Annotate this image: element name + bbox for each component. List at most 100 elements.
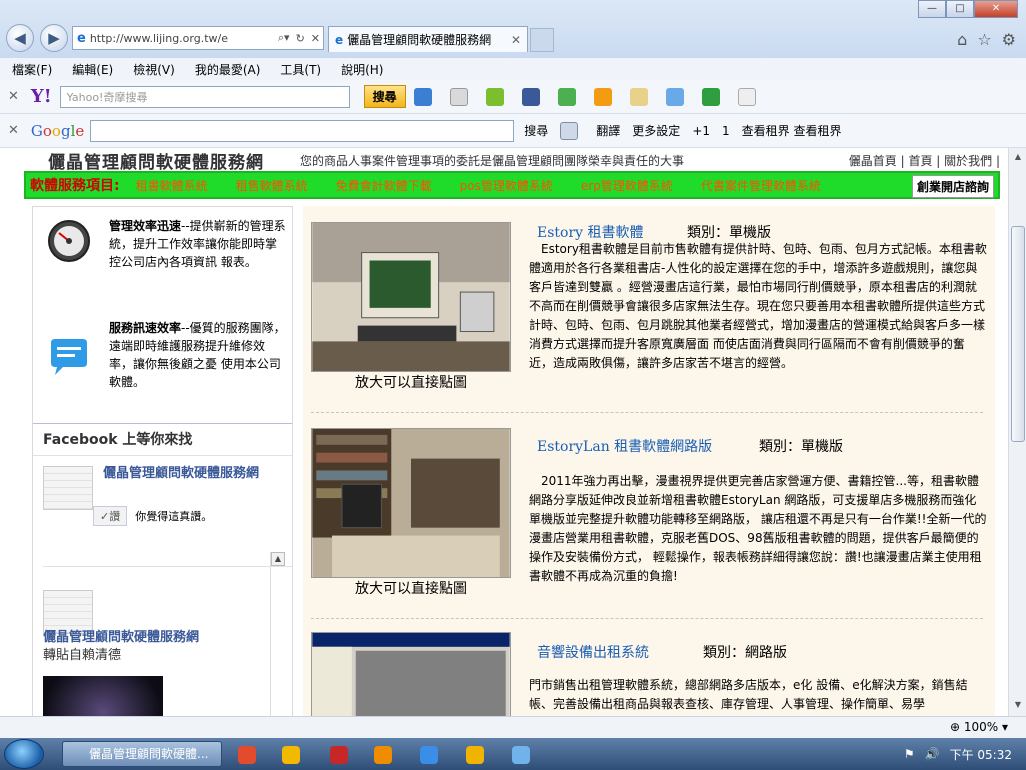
menu-tools[interactable]: 工具(T) <box>280 61 321 78</box>
scroll-down-icon[interactable]: ▼ <box>1011 698 1025 712</box>
product-name[interactable]: Estory 租書軟體 <box>537 222 644 242</box>
window-icon[interactable] <box>560 121 579 140</box>
nav-scrivener[interactable]: 代書案件管理軟體系統 <box>701 177 821 194</box>
network-icon[interactable]: ⚑ <box>904 747 915 761</box>
chat-bubble-icon <box>51 339 87 375</box>
chat-icon[interactable] <box>466 746 484 764</box>
gear-icon[interactable]: ⚙ <box>1002 30 1016 49</box>
menu-favorites[interactable]: 我的最愛(A) <box>195 61 261 78</box>
menu-bar: 檔案(F) 編輯(E) 檢視(V) 我的最愛(A) 工具(T) 說明(H) <box>0 58 1026 80</box>
google-logo[interactable]: Google <box>31 122 84 140</box>
messenger-icon[interactable] <box>420 746 438 764</box>
extra-toolbar-button[interactable]: 查看租界 查看租界 <box>742 122 842 139</box>
site-header: 儷晶管理顧問軟硬體服務網 您的商品人事案件管理事項的委託是儷晶管理顧問團隊榮幸與… <box>0 148 1008 173</box>
nav-rental-sale[interactable]: 租售軟體系統 <box>236 177 308 194</box>
product-image[interactable] <box>311 222 511 372</box>
volume-icon[interactable]: 🔊 <box>925 747 940 761</box>
product-category: 類別：單機版 <box>759 439 843 455</box>
browser-tools: ⌂ ☆ ⚙ <box>957 30 1016 49</box>
bag-icon[interactable] <box>629 87 648 106</box>
filezilla-icon[interactable] <box>330 746 348 764</box>
product-image[interactable] <box>311 428 511 578</box>
product-image[interactable] <box>311 632 511 716</box>
nav-rental-book[interactable]: 租書軟體系統 <box>136 177 208 194</box>
plus-one-button[interactable]: +1 <box>692 124 710 138</box>
facebook-icon[interactable] <box>521 87 540 106</box>
feature-service: 服務訊速效率--優質的服務團隊，遠端即時維護服務提升維修效率，讓你無後顧之憂 使… <box>33 319 292 419</box>
close-toolbar-icon[interactable]: ✕ <box>8 123 19 138</box>
facebook-post-text: 轉貼自賴清德 <box>43 648 122 663</box>
media-player-icon[interactable] <box>282 746 300 764</box>
dropdown-icon[interactable] <box>737 87 756 106</box>
minimize-button[interactable]: — <box>918 0 946 18</box>
yahoo-logo[interactable]: Y! <box>31 86 52 107</box>
facebook-page-name[interactable]: 儷晶管理顧問軟硬體服務網 <box>103 466 283 482</box>
mail-icon[interactable] <box>413 87 432 106</box>
google-search-input[interactable] <box>90 119 515 142</box>
back-button[interactable]: ◀ <box>6 24 34 52</box>
scroll-up-icon[interactable]: ▲ <box>271 552 285 566</box>
calendar-icon[interactable] <box>449 87 468 106</box>
tab-active[interactable]: e 儷晶管理顧問軟硬體服務網 ✕ <box>328 26 528 52</box>
maximize-button[interactable]: □ <box>946 0 974 18</box>
like-button[interactable]: ✓讚 <box>93 506 128 526</box>
google-search-button[interactable]: 搜尋 <box>524 122 548 139</box>
page-scrollbar[interactable]: ▲ ▼ <box>1008 148 1026 716</box>
site-top-links[interactable]: 儷晶首頁 | 首頁 | 關於我們 | <box>849 152 1000 169</box>
divider <box>43 566 293 567</box>
stop-icon[interactable]: ✕ <box>311 32 320 45</box>
scroll-thumb[interactable] <box>1011 226 1025 442</box>
new-tab-button[interactable] <box>530 28 554 52</box>
nav-title: 軟體服務項目: <box>30 178 120 194</box>
menu-view[interactable]: 檢視(V) <box>133 61 175 78</box>
taskbar: 儷晶管理顧問軟硬體... ⚑ 🔊 下午 05:32 <box>0 738 1026 770</box>
nav-consult-button[interactable]: 創業開店諮詢 <box>911 175 994 198</box>
page-thumbnail[interactable] <box>43 466 93 510</box>
start-button[interactable] <box>4 739 44 769</box>
search-icon[interactable]: ⌕▾ <box>278 31 290 45</box>
nav-pos[interactable]: pos管理軟體系統 <box>460 177 553 194</box>
more-settings-button[interactable]: 更多設定 <box>632 122 680 139</box>
scroll-up-icon[interactable]: ▲ <box>1011 150 1025 164</box>
product-list: 放大可以直接點圖 Estory 租書軟體 類別：單機版 Estory租書軟體是目… <box>303 206 995 716</box>
menu-help[interactable]: 說明(H) <box>341 61 383 78</box>
zoom-level[interactable]: ⊕ 100% ▾ <box>950 720 1008 734</box>
address-url[interactable]: http://www.lijing.org.tw/e <box>90 32 275 45</box>
facebook-video[interactable]: ▶ <box>43 676 163 716</box>
balloon-icon[interactable] <box>665 87 684 106</box>
feature-text: 管理效率迅速--提供嶄新的管理系統，提升工作效率讓你能即時掌控公司店內各項資訊 … <box>109 217 286 271</box>
yahoo-search-input[interactable]: Yahoo!奇摩搜尋 <box>59 85 350 108</box>
close-tab-icon[interactable]: ✕ <box>511 33 521 47</box>
messenger-icon[interactable] <box>593 87 612 106</box>
address-bar[interactable]: e http://www.lijing.org.tw/e ⌕▾ ↻ ✕ <box>72 26 324 50</box>
translate-button[interactable]: 翻譯 <box>596 122 620 139</box>
menu-edit[interactable]: 編輯(E) <box>72 61 113 78</box>
game-icon[interactable] <box>701 87 720 106</box>
app-icon[interactable] <box>557 87 576 106</box>
nav-free-accounting[interactable]: 免費會計軟體下載 <box>336 177 432 194</box>
facebook-header: Facebook 上等你來找 <box>33 424 292 456</box>
home-icon[interactable]: ⌂ <box>957 30 967 49</box>
facebook-post-author[interactable]: 儷晶管理顧問軟硬體服務網 <box>43 626 199 645</box>
product-name[interactable]: 音響設備出租系統 <box>537 642 649 662</box>
puzzle-icon[interactable] <box>485 87 504 106</box>
favorites-star-icon[interactable]: ☆ <box>977 30 991 49</box>
forward-button[interactable]: ▶ <box>40 24 68 52</box>
yahoo-search-button[interactable]: 搜尋 <box>363 85 406 108</box>
nav-erp[interactable]: erp管理軟體系統 <box>581 177 673 194</box>
close-toolbar-icon[interactable]: ✕ <box>8 89 19 104</box>
speedometer-icon <box>48 220 90 262</box>
tool-icon[interactable] <box>512 746 530 764</box>
close-window-button[interactable]: ✕ <box>974 0 1018 18</box>
product-category: 類別：網路版 <box>703 645 787 661</box>
app-icon[interactable] <box>374 746 392 764</box>
clock[interactable]: 下午 05:32 <box>950 746 1012 763</box>
product-name[interactable]: EstoryLan 租書軟體網路版 <box>537 436 712 456</box>
feature-title: 管理效率迅速 <box>109 219 182 233</box>
facebook-scrollbar[interactable]: ▲ <box>270 552 285 716</box>
chrome-icon[interactable] <box>238 746 256 764</box>
divider <box>311 412 983 413</box>
refresh-icon[interactable]: ↻ <box>296 32 305 45</box>
taskbar-ie-item[interactable]: 儷晶管理顧問軟硬體... <box>62 741 222 767</box>
menu-file[interactable]: 檔案(F) <box>12 61 52 78</box>
